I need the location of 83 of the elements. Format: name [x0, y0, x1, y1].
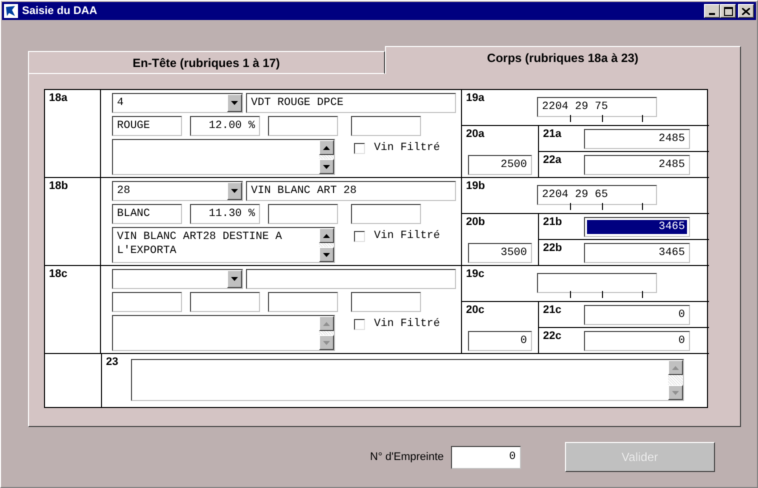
- field-label: 21b: [542, 215, 562, 228]
- input-field[interactable]: 11.30 %: [190, 204, 260, 224]
- input-field[interactable]: [246, 269, 456, 289]
- text-area[interactable]: [131, 359, 684, 401]
- field-label: 23: [105, 355, 120, 370]
- caret-down-icon: [672, 390, 679, 394]
- input-field[interactable]: [351, 116, 421, 136]
- minimize-button[interactable]: [704, 4, 720, 18]
- field-label: 18c: [48, 267, 68, 280]
- scroll-up-button[interactable]: [319, 228, 334, 243]
- field-label: 22a: [542, 153, 562, 166]
- dropdown[interactable]: [112, 269, 243, 289]
- field-label: 21c: [542, 303, 562, 316]
- input-field[interactable]: VDT ROUGE DPCE: [246, 93, 456, 113]
- scroll-track[interactable]: [319, 331, 334, 335]
- input-field[interactable]: 3465: [584, 216, 690, 236]
- input-field[interactable]: VIN BLANC ART 28: [246, 181, 456, 201]
- field-label: 18b: [48, 179, 69, 192]
- input-field[interactable]: 0: [584, 304, 690, 324]
- input-field[interactable]: 0: [450, 446, 521, 468]
- field-label: 20b: [465, 215, 486, 228]
- checkbox-label: Vin Filtré: [374, 230, 440, 242]
- dropdown[interactable]: 4: [112, 93, 243, 113]
- caret-up-icon: [672, 366, 679, 370]
- caret-up-icon: [323, 322, 330, 326]
- input-field[interactable]: 0: [584, 330, 690, 350]
- field-label: N° d'Empreinte: [370, 451, 444, 463]
- field-label: 19c: [465, 267, 486, 282]
- input-field[interactable]: [268, 116, 338, 136]
- input-field[interactable]: 0: [468, 331, 532, 351]
- scroll-down-button[interactable]: [319, 159, 334, 174]
- field-label: 19b: [465, 179, 486, 194]
- input-field[interactable]: [190, 292, 260, 312]
- field-label: 20a: [465, 127, 486, 140]
- field-label: 22c: [542, 329, 562, 342]
- close-icon: [742, 8, 750, 14]
- dropdown[interactable]: 28: [112, 181, 243, 201]
- text-area[interactable]: VIN BLANC ART28 DESTINE A L'EXPORTA: [112, 227, 335, 263]
- close-button[interactable]: [738, 4, 754, 18]
- scroll-up-button[interactable]: [319, 140, 334, 155]
- input-field[interactable]: 3465: [584, 242, 690, 262]
- input-field[interactable]: 3500: [468, 243, 532, 263]
- input-field[interactable]: [112, 292, 182, 312]
- text-area[interactable]: [112, 315, 335, 351]
- field-label: 22b: [542, 241, 562, 254]
- maximize-button[interactable]: [720, 4, 736, 18]
- input-field[interactable]: BLANC: [112, 204, 182, 224]
- checkbox[interactable]: [354, 230, 365, 242]
- checkbox[interactable]: [354, 142, 365, 154]
- input-field[interactable]: [351, 292, 421, 312]
- caret-down-icon: [323, 164, 330, 168]
- checkbox[interactable]: [354, 318, 365, 330]
- app-icon: [4, 4, 18, 18]
- checkbox-label: Vin Filtré: [374, 142, 440, 154]
- caret-down-icon: [231, 189, 238, 193]
- tab[interactable]: Corps (rubriques 18a à 23): [384, 46, 741, 74]
- field-label: 19a: [465, 91, 486, 106]
- caret-up-icon: [323, 146, 330, 150]
- scroll-track[interactable]: [668, 375, 683, 385]
- scroll-track[interactable]: [319, 243, 334, 247]
- caret-down-icon: [323, 252, 330, 256]
- input-field[interactable]: [351, 204, 421, 224]
- input-field[interactable]: [268, 204, 338, 224]
- checkbox-label: Vin Filtré: [374, 318, 440, 330]
- caret-down-icon: [231, 277, 238, 281]
- input-field[interactable]: 2485: [584, 154, 690, 174]
- scroll-down-button[interactable]: [319, 247, 334, 262]
- caret-down-icon: [323, 340, 330, 344]
- input-field[interactable]: 12.00 %: [190, 116, 260, 136]
- window-title: Saisie du DAA: [22, 5, 98, 17]
- field-label: 20c: [465, 303, 486, 316]
- text-area[interactable]: [112, 139, 335, 175]
- input-field[interactable]: [268, 292, 338, 312]
- scroll-track[interactable]: [319, 155, 334, 159]
- input-field[interactable]: 2500: [468, 155, 532, 175]
- tab[interactable]: En-Tête (rubriques 1 à 17): [28, 51, 384, 74]
- input-field[interactable]: [537, 273, 657, 299]
- input-field[interactable]: ROUGE: [112, 116, 182, 136]
- field-label: 21a: [542, 127, 562, 140]
- input-field[interactable]: 2485: [584, 128, 690, 148]
- field-label: 18a: [48, 91, 68, 104]
- caret-up-icon: [323, 234, 330, 238]
- caret-down-icon: [231, 101, 238, 105]
